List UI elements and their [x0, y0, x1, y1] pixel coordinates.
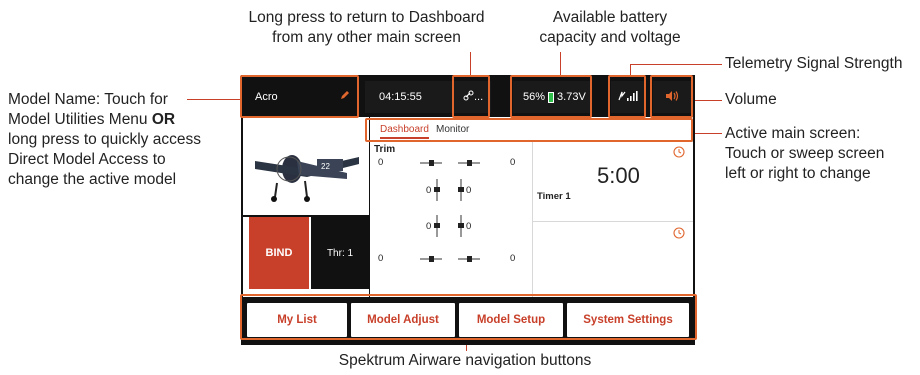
trim-value: 0	[426, 185, 432, 196]
leader-line	[560, 52, 561, 75]
annotation-long-press: Long press to return to Dashboard from a…	[244, 8, 489, 48]
timer-panel[interactable]: 5:00 Timer 1	[533, 141, 693, 221]
trim-slider[interactable]	[420, 256, 442, 262]
trim-value: 0	[378, 157, 384, 168]
trim-slider[interactable]	[458, 215, 464, 237]
highlight-dashboard-return	[452, 75, 490, 118]
leader-line	[630, 64, 631, 75]
trim-slider[interactable]	[420, 160, 442, 166]
trim-slider[interactable]	[458, 160, 480, 166]
highlight-tabs	[365, 118, 693, 142]
trim-slider[interactable]	[458, 179, 464, 201]
highlight-nav-bar	[240, 294, 697, 340]
annotation-emphasis: OR	[151, 111, 176, 128]
highlight-volume	[650, 75, 693, 118]
timer-panel-2[interactable]	[533, 222, 693, 297]
annotation-telemetry: Telemetry Signal Strength	[725, 55, 903, 72]
annotation-line: from any other main screen	[272, 29, 461, 46]
highlight-telemetry	[608, 75, 646, 118]
airplane-icon: 22	[255, 155, 359, 202]
annotation-line: Direct Model Access to	[8, 151, 166, 168]
clock-icon	[673, 226, 685, 244]
highlight-model-name	[240, 75, 359, 118]
annotation-line: long press to quickly access	[8, 131, 201, 148]
annotation-line: Touch or sweep screen	[725, 145, 885, 162]
trim-panel: Trim 0 0 0 0 0 0 0 0	[370, 141, 532, 297]
annotation-line: Model Utilities Menu OR	[8, 110, 238, 130]
annotation-line: Long press to return to Dashboard	[248, 9, 485, 26]
trim-value: 0	[378, 253, 384, 264]
trim-value: 0	[510, 157, 516, 168]
bind-button[interactable]: BIND	[249, 217, 309, 289]
trim-slider[interactable]	[458, 256, 480, 262]
annotation-battery: Available battery capacity and voltage	[520, 8, 700, 48]
annotation-line: Available battery	[552, 9, 668, 26]
annotation-volume: Volume	[725, 91, 777, 108]
annotation-line: left or right to change	[725, 165, 871, 182]
trim-slider[interactable]	[434, 179, 440, 201]
annotation-model-name: Model Name: Touch for Model Utilities Me…	[8, 90, 238, 190]
throttle-display: Thr: 1	[311, 217, 369, 289]
clock-icon	[673, 145, 685, 163]
trim-value: 0	[466, 221, 472, 232]
trim-value: 0	[466, 185, 472, 196]
leader-line	[630, 64, 722, 65]
annotation-line: capacity and voltage	[539, 29, 681, 46]
annotation-active-screen: Active main screen: Touch or sweep scree…	[725, 124, 915, 184]
leader-line	[470, 52, 471, 75]
annotation-line: change the active model	[8, 171, 177, 188]
annotation-text: Model Utilities Menu	[8, 111, 148, 128]
svg-text:22: 22	[321, 162, 330, 171]
annotation-nav-buttons: Spektrum Airware navigation buttons	[338, 352, 592, 369]
leader-line	[693, 100, 722, 101]
model-image[interactable]: 22	[247, 139, 367, 213]
timer-display: 04:15:55	[365, 81, 455, 113]
trim-value: 0	[510, 253, 516, 264]
annotation-line: Active main screen:	[725, 125, 861, 142]
trim-title: Trim	[374, 144, 396, 155]
trim-value: 0	[426, 221, 432, 232]
annotation-line: Model Name: Touch for	[8, 91, 168, 108]
timer-label: Timer 1	[537, 191, 571, 202]
highlight-battery	[510, 75, 592, 118]
leader-line	[693, 133, 722, 134]
trim-slider[interactable]	[434, 215, 440, 237]
timer-value: 5:00	[597, 163, 640, 188]
leader-line	[187, 99, 241, 100]
timer-text: 04:15:55	[379, 91, 422, 103]
